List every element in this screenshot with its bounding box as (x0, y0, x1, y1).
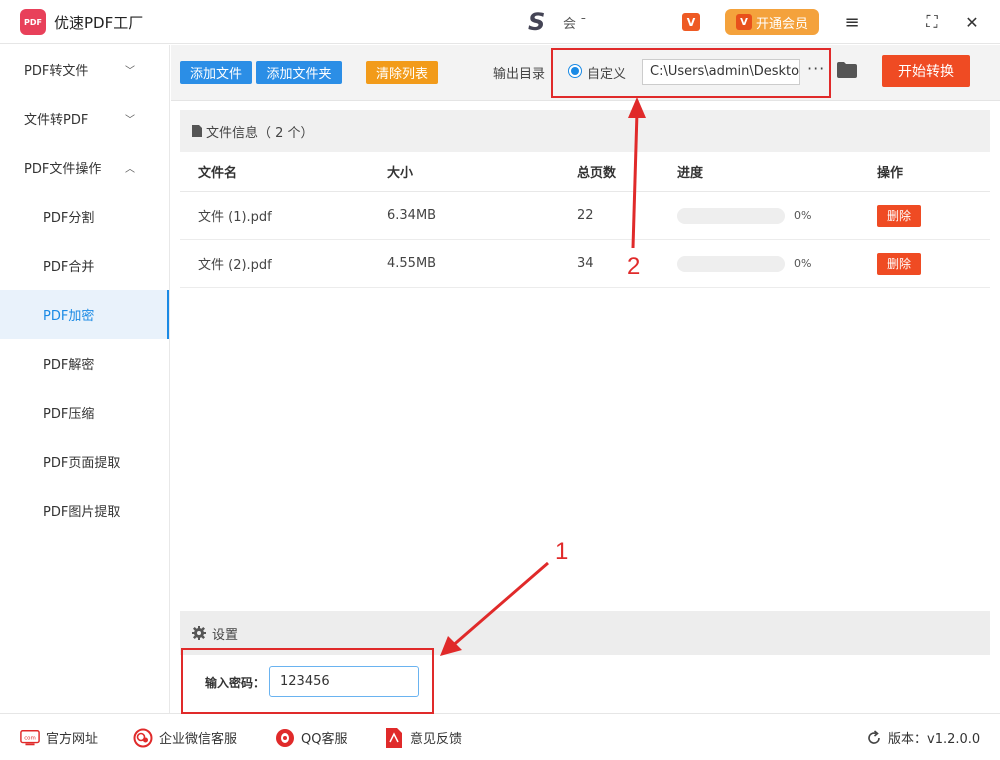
wechat-support-link[interactable]: 企业微信客服 (133, 728, 237, 747)
sidebar-item-pdf-decrypt[interactable]: PDF解密 (0, 339, 169, 388)
add-file-button[interactable]: 添加文件 (180, 61, 252, 84)
annotation-number-1: 1 (555, 538, 569, 565)
menu-icon[interactable]: ≡ (840, 10, 864, 34)
feedback-icon (384, 727, 404, 748)
settings-title: 设置 (212, 627, 239, 643)
clear-list-button[interactable]: 清除列表 (366, 61, 438, 84)
official-website-label: 官方网址 (46, 732, 99, 747)
col-progress: 进度 (677, 166, 704, 181)
file-info-title: 文件信息（ 2 个） (206, 125, 314, 141)
feedback-label: 意见反馈 (410, 732, 463, 747)
sidebar-item-label: 文件转PDF (24, 113, 89, 128)
col-filename: 文件名 (198, 166, 238, 181)
footer: com 官方网址 企业微信客服 QQ客服 意见反馈 版本：v1.2.0.0 (0, 713, 1000, 760)
file-list-panel: 文件信息（ 2 个） 文件名 大小 总页数 进度 操作 文件 (1).pdf 6… (180, 110, 990, 610)
action-cell: 删除 (877, 240, 921, 287)
wechat-icon (133, 728, 153, 747)
maximize-icon[interactable]: ⛶ (920, 10, 944, 34)
col-pages: 总页数 (577, 166, 617, 181)
add-folder-button[interactable]: 添加文件夹 (256, 61, 342, 84)
sidebar-item-label: PDF文件操作 (24, 162, 102, 177)
progress-bar (677, 207, 785, 224)
start-convert-button[interactable]: 开始转换 (882, 55, 970, 87)
chevron-down-icon: ﹀ (125, 115, 135, 126)
progress-cell: 0% (677, 240, 811, 287)
sidebar-item-pdf-merge[interactable]: PDF合并 (0, 241, 169, 290)
qq-support-link[interactable]: QQ客服 (275, 728, 347, 747)
vip-badge-icon: V (682, 13, 700, 31)
sidebar-item-pdf-image-extract[interactable]: PDF图片提取 (0, 486, 169, 535)
sidebar-item-pdf-compress[interactable]: PDF压缩 (0, 388, 169, 437)
close-icon[interactable]: ✕ (960, 10, 984, 34)
chevron-up-icon: ︿ (125, 164, 135, 175)
file-pages: 34 (577, 256, 594, 271)
progress-bar (677, 255, 785, 272)
chevron-down-icon: ﹀ (125, 66, 135, 77)
feedback-link[interactable]: 意见反馈 (384, 727, 463, 748)
annotation-box-output (551, 48, 831, 98)
file-name: 文件 (2).pdf (198, 258, 272, 273)
user-avatar[interactable]: S (528, 8, 545, 36)
app-logo-icon: PDF (20, 9, 46, 35)
col-action: 操作 (877, 166, 904, 181)
qq-support-label: QQ客服 (301, 732, 348, 747)
delete-button[interactable]: 删除 (877, 204, 921, 227)
website-icon-text: com (24, 735, 36, 741)
progress-percent: 0% (794, 257, 812, 270)
wechat-support-label: 企业微信客服 (159, 732, 238, 747)
user-name[interactable]: 会 ¯ (563, 13, 587, 32)
annotation-number-2: 2 (627, 253, 641, 280)
sidebar-item-pdf-operations[interactable]: PDF文件操作 ︿ (0, 143, 169, 192)
file-info-header: 文件信息（ 2 个） (180, 110, 990, 152)
open-vip-button[interactable]: V 开通会员 (725, 9, 819, 35)
progress-percent: 0% (794, 209, 812, 222)
sidebar-item-label: PDF转文件 (24, 64, 89, 79)
table-header: 文件名 大小 总页数 进度 操作 (180, 152, 990, 192)
version-info: 版本：v1.2.0.0 (866, 728, 980, 747)
output-directory-label: 输出目录 (493, 67, 546, 82)
sidebar-item-file-to-pdf[interactable]: 文件转PDF ﹀ (0, 94, 169, 143)
file-size: 4.55MB (387, 256, 437, 271)
gear-icon (192, 626, 206, 640)
refresh-icon[interactable] (866, 729, 882, 746)
sidebar-item-pdf-encrypt[interactable]: PDF加密 (0, 290, 169, 339)
action-cell: 删除 (877, 192, 921, 239)
sidebar-item-pdf-split[interactable]: PDF分割 (0, 192, 169, 241)
file-name: 文件 (1).pdf (198, 210, 272, 225)
sidebar: PDF转文件 ﹀ 文件转PDF ﹀ PDF文件操作 ︿ PDF分割 PDF合并 … (0, 45, 170, 713)
title-bar: PDF 优速PDF工厂 S 会 ¯ V V 开通会员 ≡ ⛶ ✕ (0, 0, 1000, 44)
official-website-link[interactable]: com 官方网址 (20, 728, 98, 747)
sidebar-item-pdf-to-file[interactable]: PDF转文件 ﹀ (0, 45, 169, 94)
annotation-box-password (181, 648, 434, 714)
website-icon: com (20, 729, 40, 747)
file-pages: 22 (577, 208, 594, 223)
app-title: 优速PDF工厂 (54, 14, 144, 32)
vip-icon: V (735, 14, 752, 30)
version-label: 版本：v1.2.0.0 (888, 732, 981, 747)
progress-cell: 0% (677, 192, 811, 239)
open-vip-label: 开通会员 (755, 16, 808, 32)
sidebar-item-pdf-page-extract[interactable]: PDF页面提取 (0, 437, 169, 486)
table-row[interactable]: 文件 (1).pdf 6.34MB 22 0% 删除 (180, 192, 990, 240)
folder-icon[interactable] (837, 62, 857, 78)
delete-button[interactable]: 删除 (877, 252, 921, 275)
table-row[interactable]: 文件 (2).pdf 4.55MB 34 0% 删除 (180, 240, 990, 288)
qq-icon (275, 728, 295, 747)
col-size: 大小 (387, 166, 414, 181)
file-size: 6.34MB (387, 208, 437, 223)
file-icon (192, 125, 202, 137)
